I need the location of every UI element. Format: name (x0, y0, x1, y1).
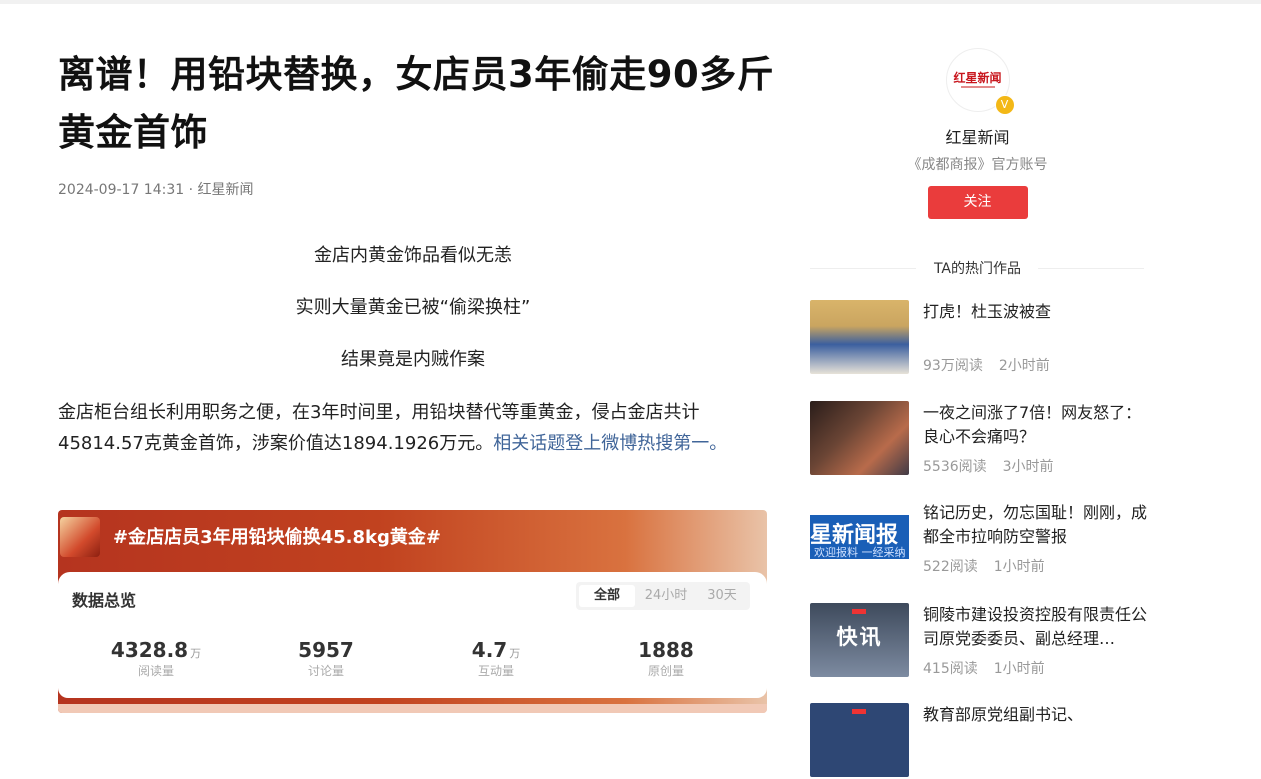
hot-item-reads: 522阅读 (923, 559, 978, 575)
hot-item[interactable]: 快讯 铜陵市建设投资控股有限责任公司原党委委员、副总经理… 415阅读 1小时前 (810, 603, 1148, 679)
stat-reads-unit: 万 (190, 647, 202, 660)
hot-item-thumbnail[interactable] (810, 703, 909, 777)
tab-all[interactable]: 全部 (579, 585, 635, 607)
hot-item[interactable]: 一夜之间涨了7倍！网友怒了：良心不会痛吗？ 5536阅读 3小时前 (810, 401, 1145, 477)
stat-discussions: 5957 讨论量 (251, 638, 401, 679)
topic-link[interactable]: 相关话题登上微博热搜第一。 (493, 433, 727, 454)
hot-item-meta: 415阅读 1小时前 (923, 658, 1061, 678)
follow-button[interactable]: 关注 (927, 186, 1028, 219)
thumbnail-label: 快讯 (836, 625, 883, 649)
stat-original: 1888 原创量 (591, 638, 741, 679)
article-meta: 2024-09-17 14:31 · 红星新闻 (58, 182, 254, 198)
hot-item-time: 3小时前 (1002, 459, 1054, 475)
article-paragraph: 金店柜台组长利用职务之便，在3年时间里，用铅块替代等重黄金，侵占金店共计4581… (58, 397, 770, 459)
hot-item-thumbnail[interactable] (810, 300, 909, 374)
topic-title: #金店店员3年用铅块偷换45.8kg黄金# (113, 527, 441, 548)
hot-item-time: 1小时前 (993, 559, 1045, 575)
hot-item-time: 1小时前 (993, 661, 1045, 677)
hot-item-meta: 93万阅读 2小时前 (923, 355, 1066, 375)
hot-item-title[interactable]: 铜陵市建设投资控股有限责任公司原党委委员、副总经理… (923, 603, 1148, 651)
top-divider (0, 0, 1261, 4)
article-title: 离谱！用铅块替换，女店员3年偷走90多斤黄金首饰 (58, 53, 775, 154)
hot-item-time: 2小时前 (998, 358, 1050, 374)
hot-item-title[interactable]: 铭记历史，勿忘国耻！刚刚，成都全市拉响防空警报 (923, 501, 1148, 549)
overview-label: 数据总览 (72, 591, 137, 610)
article-line-1: 金店内黄金饰品看似无恙 (314, 245, 512, 266)
hot-item-title[interactable]: 打虎！杜玉波被查 (923, 300, 1148, 324)
thumbnail-banner: 星新闻报 欢迎报料 一经采纳 (810, 515, 909, 559)
tab-24h[interactable]: 24小时 (638, 585, 694, 607)
hot-item-thumbnail[interactable]: 快讯 (810, 603, 909, 677)
card-bottom-strip (58, 704, 767, 713)
tab-30d[interactable]: 30天 (694, 585, 750, 607)
stat-interactions: 4.7 万 互动量 (421, 638, 571, 679)
article-line-2: 实则大量黄金已被“偷梁换柱” (295, 297, 531, 318)
hot-works-heading: TA的热门作品 (933, 261, 1022, 277)
weibo-topic-card[interactable]: #金店店员3年用铅块偷换45.8kg黄金# 数据总览 全部 24小时 30天 4… (58, 510, 767, 713)
stat-original-label: 原创量 (647, 664, 684, 678)
hot-item-thumbnail[interactable] (810, 401, 909, 475)
author-avatar[interactable]: 红星新闻 V (945, 48, 1015, 115)
article-line-3: 结果竟是内贼作案 (341, 349, 485, 370)
author-name[interactable]: 红星新闻 (810, 124, 1145, 148)
hot-item-meta: 522阅读 1小时前 (923, 556, 1061, 576)
stat-interactions-value: 4.7 (471, 638, 508, 662)
topic-stats-panel: 数据总览 全部 24小时 30天 4328.8 万 阅读量 5957 讨论量 4.… (58, 572, 767, 698)
hot-item-title[interactable]: 教育部原党组副书记、 (923, 703, 1148, 727)
hot-item-reads: 93万阅读 (923, 358, 983, 374)
topic-thumbnail (60, 517, 100, 557)
author-panel: 红星新闻 V 红星新闻 《成都商报》官方账号 关注 (810, 48, 1145, 219)
hot-item[interactable]: 教育部原党组副书记、 (810, 703, 1145, 779)
author-logo-text: 红星新闻 (953, 71, 1002, 85)
stat-discussions-label: 讨论量 (307, 664, 344, 678)
stat-reads: 4328.8 万 阅读量 (81, 638, 231, 679)
time-range-tabs: 全部 24小时 30天 (576, 582, 750, 610)
verified-badge-icon: V (994, 95, 1015, 115)
stat-interactions-unit: 万 (509, 647, 521, 660)
hot-item-reads: 5536阅读 (923, 459, 987, 475)
stat-discussions-value: 5957 (298, 638, 354, 662)
hot-item-thumbnail[interactable]: 星新闻报 欢迎报料 一经采纳 (810, 501, 909, 575)
thumbnail-banner-subtext: 欢迎报料 一经采纳 (814, 546, 906, 559)
hot-item[interactable]: 星新闻报 欢迎报料 一经采纳 铭记历史，勿忘国耻！刚刚，成都全市拉响防空警报 5… (810, 501, 1148, 577)
stat-reads-label: 阅读量 (137, 664, 174, 678)
hot-item[interactable]: 打虎！杜玉波被查 93万阅读 2小时前 (810, 300, 1145, 376)
thumbnail-tag (852, 609, 866, 614)
stat-original-value: 1888 (638, 638, 694, 662)
logo-underline (960, 86, 995, 88)
hot-item-reads: 415阅读 (923, 661, 978, 677)
hot-item-meta: 5536阅读 3小时前 (923, 456, 1070, 476)
author-description: 《成都商报》官方账号 (907, 157, 1048, 173)
thumbnail-tag (852, 709, 866, 714)
stat-reads-value: 4328.8 (110, 638, 189, 662)
stat-interactions-label: 互动量 (477, 664, 514, 678)
hot-item-title[interactable]: 一夜之间涨了7倍！网友怒了：良心不会痛吗？ (923, 401, 1148, 449)
